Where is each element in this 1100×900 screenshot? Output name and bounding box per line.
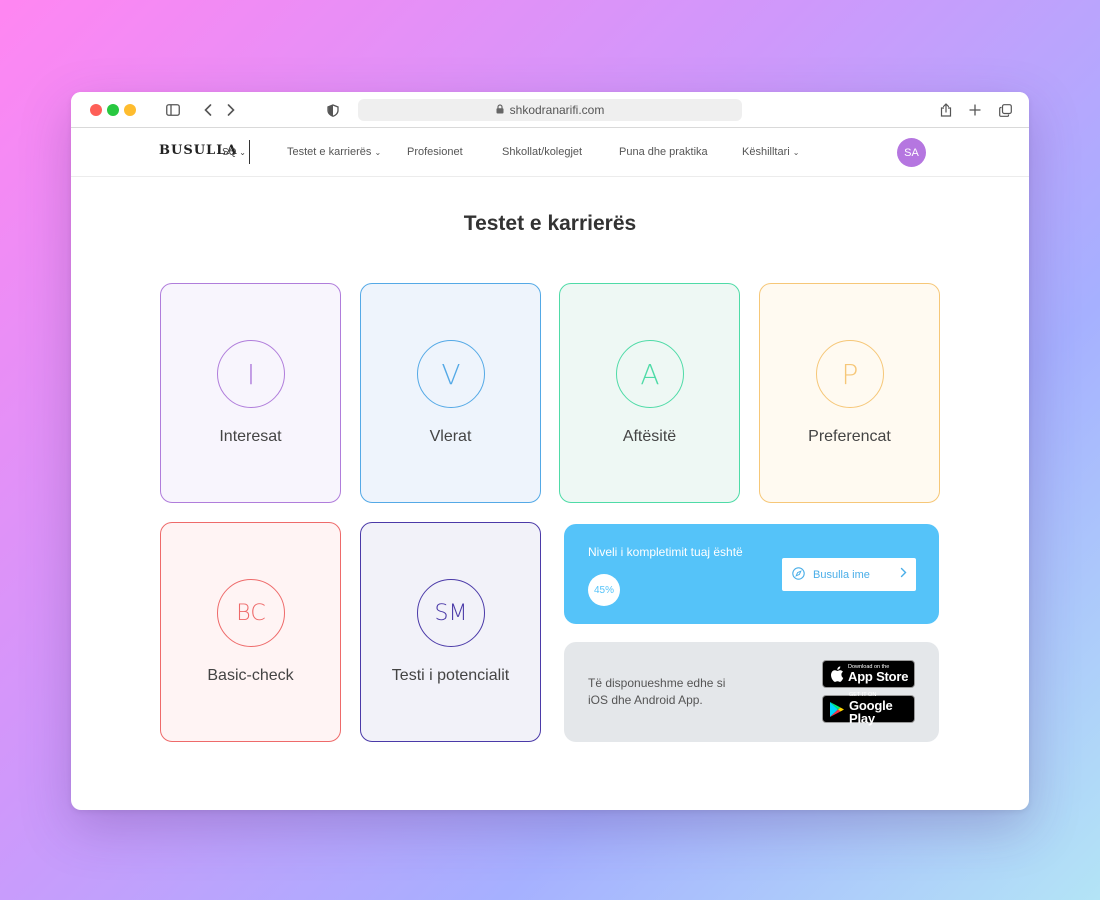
language-selector[interactable]: SQ ⌄: [222, 147, 246, 158]
nav-item-professions[interactable]: Profesionet: [407, 146, 463, 158]
close-window-button[interactable]: [90, 104, 102, 116]
address-bar[interactable]: shkodranarifi.com: [358, 99, 742, 121]
test-card-label: Testi i potencialit: [391, 667, 510, 684]
app-store-button[interactable]: Download on the App Store: [822, 660, 915, 688]
test-card-interests[interactable]: I Interesat: [160, 283, 341, 503]
site-navbar: BUSULLA SQ ⌄ Testet e karrierës ⌄ Profes…: [71, 128, 1029, 177]
test-letter-badge: I: [217, 340, 285, 408]
nav-item-label: Këshilltari: [742, 146, 790, 158]
google-play-large-text: Google Play: [849, 697, 893, 726]
mobile-apps-text: Të disponueshme edhe si iOS dhe Android …: [588, 676, 726, 707]
test-card-values[interactable]: V Vlerat: [360, 283, 541, 503]
back-arrow-icon[interactable]: [199, 101, 217, 119]
nav-item-label: Shkollat/kolegjet: [502, 146, 583, 158]
new-tab-plus-icon[interactable]: [966, 101, 984, 119]
test-card-skills[interactable]: A Aftësitë: [559, 283, 740, 503]
chevron-down-icon: ⌄: [792, 148, 800, 157]
test-letter-badge: SM: [417, 579, 485, 647]
test-card-label: Basic-check: [207, 667, 294, 684]
tab-overview-icon[interactable]: [996, 101, 1014, 119]
completion-panel: Niveli i kompletimit tuaj është 45% Busu…: [564, 524, 939, 624]
test-card-basic-check[interactable]: BC Basic-check: [160, 522, 341, 742]
test-card-label: Interesat: [219, 428, 282, 445]
nav-item-jobs[interactable]: Puna dhe praktika: [619, 146, 708, 158]
my-compass-label: Busulla ime: [813, 568, 870, 581]
avatar[interactable]: SA: [897, 138, 926, 167]
test-card-potential[interactable]: SM Testi i potencialit: [360, 522, 541, 742]
forward-arrow-icon[interactable]: [222, 101, 240, 119]
test-letter-badge: V: [417, 340, 485, 408]
apple-icon: [830, 666, 844, 682]
privacy-shield-icon[interactable]: [324, 101, 342, 119]
mobile-apps-panel: Të disponueshme edhe si iOS dhe Android …: [564, 642, 939, 742]
sidebar-toggle-icon[interactable]: [164, 101, 182, 119]
nav-item-career-tests[interactable]: Testet e karrierës ⌄: [287, 146, 381, 158]
completion-percent-badge: 45%: [588, 574, 620, 606]
google-play-icon: [829, 701, 845, 718]
minimize-window-button[interactable]: [124, 104, 136, 116]
maximize-window-button[interactable]: [107, 104, 119, 116]
share-icon[interactable]: [937, 101, 955, 119]
nav-divider: [249, 140, 250, 164]
page-title: Testet e karrierës: [463, 212, 637, 235]
nav-item-label: Profesionet: [407, 146, 463, 158]
language-label: SQ: [222, 147, 237, 158]
test-card-preferences[interactable]: P Preferencat: [759, 283, 940, 503]
my-compass-button[interactable]: Busulla ime: [782, 558, 916, 591]
nav-item-label: Testet e karrierës: [287, 146, 372, 158]
chevron-down-icon: ⌄: [239, 148, 246, 157]
app-store-large-text: App Store: [848, 669, 909, 685]
chevron-right-icon: [900, 567, 907, 581]
completion-title: Niveli i kompletimit tuaj është: [588, 545, 743, 559]
browser-window: shkodranarifi.com BUSULLA SQ ⌄ Testet e …: [71, 92, 1029, 810]
compass-icon: [792, 566, 805, 583]
browser-toolbar: shkodranarifi.com: [71, 92, 1029, 128]
test-card-label: Preferencat: [808, 428, 891, 445]
nav-item-advisor[interactable]: Këshilltari ⌄: [742, 146, 799, 158]
url-text: shkodranarifi.com: [509, 103, 605, 117]
test-card-label: Vlerat: [429, 428, 472, 445]
google-play-button[interactable]: GET IT ON Google Play: [822, 693, 915, 726]
nav-item-schools[interactable]: Shkollat/kolegjet: [502, 146, 582, 158]
chevron-down-icon: ⌄: [374, 148, 382, 157]
test-letter-badge: P: [816, 340, 884, 408]
test-letter-badge: BC: [217, 579, 285, 647]
lock-icon: [496, 103, 504, 117]
test-card-label: Aftësitë: [622, 428, 677, 445]
test-letter-badge: A: [616, 340, 684, 408]
nav-item-label: Puna dhe praktika: [619, 146, 708, 158]
